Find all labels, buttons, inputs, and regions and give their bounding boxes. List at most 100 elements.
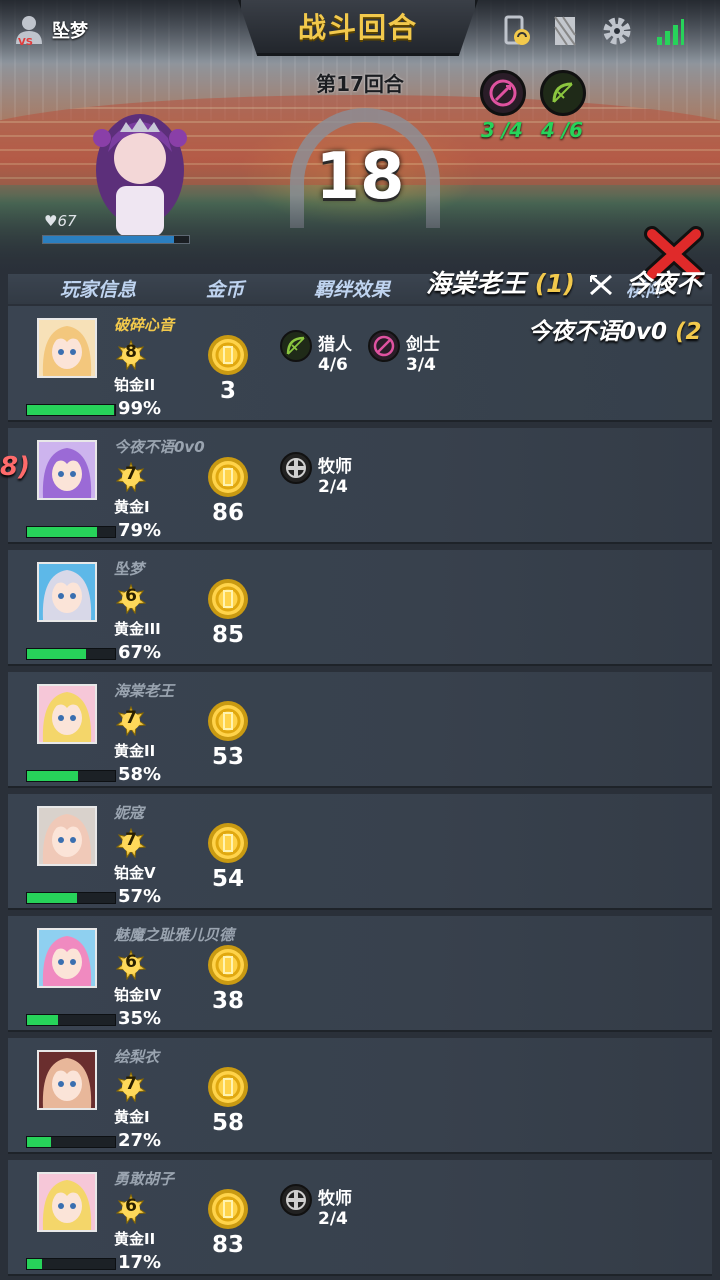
player-level: 7 [125, 708, 137, 728]
avatar[interactable] [37, 1172, 97, 1232]
avatar-image [39, 1174, 95, 1230]
hp-percent: 99% [118, 398, 162, 419]
avatar-image [39, 686, 95, 742]
synergy-count: 2/4 [318, 477, 348, 497]
crossed-swords-icon [589, 274, 612, 296]
cross-icon [280, 452, 312, 484]
player-row[interactable]: 海棠老王 7 黄金II 58% 53 [8, 672, 712, 788]
avatar-image [39, 320, 95, 376]
player-name: 妮寇 [114, 804, 145, 822]
synergy-sword[interactable]: 剑士 3/4 [368, 330, 440, 375]
opponent-hp-bar [42, 235, 190, 244]
hp-percent: 58% [118, 764, 162, 785]
player-row[interactable]: 勇敢胡子 6 黄金II 17% 83 牧师 2/4 [8, 1160, 712, 1276]
hp-bar [26, 892, 116, 904]
battle-fragment: 8) [0, 452, 30, 482]
player-rank: 黄金II [114, 1230, 156, 1248]
gold-amount: 53 [211, 744, 244, 770]
cross-icon [280, 1184, 312, 1216]
synergy-name: 猎人 [318, 335, 352, 355]
player-name: 勇敢胡子 [114, 1170, 175, 1188]
avatar-image [39, 564, 95, 620]
card-icon[interactable] [548, 14, 582, 48]
avatar[interactable] [37, 440, 97, 500]
player-row[interactable]: 今夜不语0v0 7 黄金I 79% 86 牧师 2/4 [8, 428, 712, 544]
header-info: 玩家信息 [60, 279, 137, 301]
player-tag[interactable]: VS 坠梦 [14, 14, 88, 46]
player-rank: 铂金IV [114, 986, 162, 1004]
player-level: 6 [125, 586, 137, 606]
hp-bar [26, 1136, 116, 1148]
synergy-name: 剑士 [406, 335, 440, 355]
coin-icon [208, 945, 248, 985]
gold-amount: 38 [211, 988, 244, 1014]
svg-text:VS: VS [18, 37, 33, 46]
synergy-bow[interactable]: 猎人 4/6 [280, 330, 352, 375]
hp-bar [26, 526, 116, 538]
player-level: 7 [125, 464, 137, 484]
synergy-name: 牧师 [318, 1189, 352, 1209]
player-level: 7 [125, 1074, 137, 1094]
hp-bar [26, 1258, 116, 1270]
avatar-image [39, 442, 95, 498]
round-label: 第17回合 [316, 72, 404, 96]
hp-percent: 79% [118, 520, 162, 541]
avatar[interactable] [37, 318, 97, 378]
avatar-image [39, 930, 95, 986]
sword-icon [368, 330, 400, 362]
hp-bar [26, 770, 116, 782]
player-level: 6 [125, 952, 137, 972]
gold-amount: 83 [211, 1232, 244, 1258]
synergy-name: 牧师 [318, 457, 352, 477]
synergy-count: 2/4 [318, 1209, 348, 1229]
synergy-count: 3/4 [406, 355, 436, 375]
swap-phone-icon[interactable] [500, 14, 534, 48]
player-row[interactable]: 绘梨衣 7 黄金I 27% 58 [8, 1038, 712, 1154]
synergy-cross[interactable]: 牧师 2/4 [280, 452, 352, 497]
player-rank: 铂金II [114, 376, 156, 394]
avatar[interactable] [37, 684, 97, 744]
opponent-portrait [93, 114, 187, 236]
avatar-image [39, 1052, 95, 1108]
sword-icon [489, 79, 517, 107]
player-row[interactable]: 坠梦 6 黄金III 67% 85 [8, 550, 712, 666]
hp-percent: 17% [118, 1252, 162, 1273]
coin-icon [208, 457, 248, 497]
player-name: 坠梦 [114, 560, 145, 578]
avatar[interactable] [37, 1050, 97, 1110]
player-level: 6 [125, 1196, 137, 1216]
header-gold: 金币 [206, 279, 245, 301]
player-name: 破碎心音 [114, 316, 175, 334]
bow-icon [280, 330, 312, 362]
avatar[interactable] [37, 928, 97, 988]
player-rank: 黄金III [114, 620, 161, 638]
avatar[interactable] [37, 806, 97, 866]
avatar-image [39, 808, 95, 864]
gold-amount: 58 [211, 1110, 244, 1136]
player-name: 海棠老王 [114, 682, 175, 700]
player-rank: 黄金I [114, 1108, 150, 1126]
player-name: 魅魔之耻雅儿贝德 [114, 926, 235, 944]
coin-icon [208, 579, 248, 619]
player-level: 7 [125, 830, 137, 850]
bow-icon [552, 82, 573, 103]
player-row[interactable]: 妮寇 7 铂金V 57% 54 [8, 794, 712, 910]
opponent-hp: ♥67 [44, 212, 77, 230]
top-synergy-sword: 3 /4 [480, 70, 526, 142]
gold-amount: 54 [211, 866, 244, 892]
hp-percent: 27% [118, 1130, 162, 1151]
synergy-count: 4/6 [318, 355, 348, 375]
phase-title: 战斗回合 [297, 11, 418, 44]
avatar[interactable] [37, 562, 97, 622]
player-row[interactable]: 魅魔之耻雅儿贝德 6 铂金IV 35% 38 [8, 916, 712, 1032]
coin-icon [208, 823, 248, 863]
player-level: 8 [125, 342, 137, 362]
gold-amount: 85 [211, 622, 244, 648]
battle-line-2: 今夜不语0v0 (2 [528, 319, 702, 345]
hp-bar [26, 404, 116, 416]
hp-bar [26, 648, 116, 660]
player-rank: 黄金I [114, 498, 150, 516]
synergy-cross[interactable]: 牧师 2/4 [280, 1184, 352, 1229]
user-icon: VS [16, 16, 42, 46]
gear-icon[interactable] [600, 14, 634, 48]
